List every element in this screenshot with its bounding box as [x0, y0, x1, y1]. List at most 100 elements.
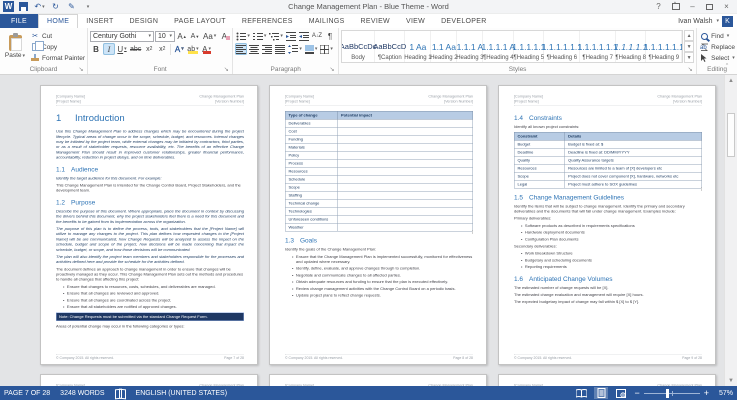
text-effects-button[interactable]: A ▾	[173, 43, 185, 55]
zoom-slider-thumb[interactable]	[666, 388, 670, 398]
align-right-button[interactable]	[261, 43, 273, 55]
account-control[interactable]: Ivan Walsh ▾ K	[678, 14, 737, 28]
tab-mailings[interactable]: MAILINGS	[301, 14, 353, 28]
ribbon-display-options-button[interactable]	[668, 1, 683, 12]
font-size-select[interactable]: 10 ▾	[155, 30, 175, 42]
document-page-1[interactable]: [Company Name] [Project Name] Change Manag…	[40, 85, 258, 365]
scroll-up-arrow[interactable]: ▲	[725, 75, 737, 86]
tab-references[interactable]: REFERENCES	[234, 14, 301, 28]
font-color-button[interactable]: A ▾	[201, 43, 213, 55]
style-body[interactable]: AaBbCcDc Body	[342, 31, 376, 62]
tab-review[interactable]: REVIEW	[353, 14, 398, 28]
styles-more-button[interactable]: ▼	[684, 52, 695, 63]
clear-formatting-button[interactable]: A	[218, 30, 231, 42]
format-painter-button[interactable]: Format Painter	[30, 53, 85, 63]
tab-developer[interactable]: DEVELOPER	[433, 14, 495, 28]
document-page-sliver-1[interactable]: [Company Name][Project Name] Change Manag…	[40, 374, 258, 386]
change-case-button[interactable]: Aa ▾	[202, 30, 217, 42]
underline-button[interactable]: U ▾	[116, 43, 128, 55]
style-heading-6[interactable]: 1.1.1.1.1.1 ¶Heading 6	[542, 31, 582, 62]
undo-button[interactable]: ↶ ▾	[33, 1, 46, 12]
subscript-button[interactable]: x2	[143, 43, 155, 55]
customize-qat-button[interactable]: ▾	[81, 1, 94, 12]
font-dialog-launcher[interactable]: ↘	[222, 65, 230, 73]
language-indicator[interactable]: ENGLISH (UNITED STATES)	[136, 390, 228, 397]
tab-design[interactable]: DESIGN	[122, 14, 167, 28]
shrink-font-button[interactable]: A ▼	[189, 30, 201, 42]
cut-button[interactable]: ✂ Cut	[30, 31, 85, 41]
text-highlight-button[interactable]: ab ▾	[186, 43, 199, 55]
table-resize-handle[interactable]	[472, 230, 473, 234]
decrease-indent-button[interactable]	[285, 30, 297, 42]
font-name-select[interactable]: Century Gothi ▾	[90, 30, 154, 42]
superscript-button[interactable]: x2	[156, 43, 168, 55]
justify-button[interactable]	[274, 43, 286, 55]
repeat-button[interactable]: ↻	[49, 1, 62, 12]
tab-page-layout[interactable]: PAGE LAYOUT	[166, 14, 234, 28]
clipboard-dialog-launcher[interactable]: ↘	[77, 65, 85, 73]
vertical-scrollbar[interactable]: ▲ ▼	[724, 75, 737, 386]
document-page-sliver-3[interactable]: [Company Name][Project Name] Change Manag…	[498, 374, 716, 386]
close-button[interactable]: ×	[719, 1, 734, 12]
numbering-button[interactable]: ▾	[252, 30, 268, 42]
scrollbar-thumb[interactable]	[727, 113, 735, 157]
document-page-2[interactable]: [Company Name] [Project Name] Change Manag…	[269, 85, 487, 365]
paragraph-dialog-launcher[interactable]: ↘	[328, 65, 336, 73]
collapse-ribbon-button[interactable]: ˆ	[721, 62, 733, 72]
tab-view[interactable]: VIEW	[398, 14, 433, 28]
style-heading-8[interactable]: 1.1.1.1.1 ¶Heading 8	[614, 31, 647, 62]
find-button[interactable]: Find ▾	[699, 31, 735, 41]
bullets-button[interactable]: ▾	[235, 30, 251, 42]
word-count[interactable]: 3248 WORDS	[60, 390, 104, 397]
style-heading-3[interactable]: 1.1.1 A Heading 3	[456, 31, 484, 62]
style-heading-4[interactable]: 1.1.1.1 A ¶Heading 4	[481, 31, 515, 62]
styles-scroll-down-button[interactable]: ▼	[684, 41, 695, 52]
zoom-slider[interactable]	[643, 388, 700, 398]
paste-button[interactable]: Paste▾	[2, 30, 28, 63]
show-hide-paragraph-button[interactable]: ¶	[324, 30, 336, 42]
shading-button[interactable]: ▾	[304, 43, 319, 55]
copy-button[interactable]: Copy	[30, 41, 85, 52]
document-area[interactable]: [Company Name] [Project Name] Change Manag…	[0, 75, 737, 386]
multilevel-list-button[interactable]: ▾	[268, 30, 284, 42]
page-indicator[interactable]: PAGE 7 OF 28	[4, 390, 50, 397]
minimize-button[interactable]: –	[685, 1, 700, 12]
proofing-status[interactable]	[115, 389, 126, 397]
style-heading-5[interactable]: 1.1.1.1.1 ¶Heading 5	[512, 31, 545, 62]
grow-font-button[interactable]: A ▲	[176, 30, 188, 42]
document-page-sliver-2[interactable]: [Company Name][Project Name] Change Manag…	[269, 374, 487, 386]
align-left-button[interactable]	[235, 43, 248, 55]
borders-button[interactable]: ▾	[319, 43, 334, 55]
italic-button[interactable]: I	[103, 43, 115, 55]
style-caption[interactable]: AaBbCcD ¶Caption	[373, 31, 406, 62]
save-button[interactable]	[17, 1, 30, 12]
align-center-button[interactable]	[248, 43, 260, 55]
strikethrough-button[interactable]: abc	[129, 43, 142, 55]
scroll-down-arrow[interactable]: ▼	[725, 375, 737, 386]
style-heading-7[interactable]: 1.1.1.1.1.1 ¶Heading 7	[578, 31, 618, 62]
style-heading-9[interactable]: 1.1.1.1.1.1 ¶Heading 9	[644, 31, 683, 62]
web-layout-button[interactable]	[614, 387, 628, 399]
styles-scroll-up-button[interactable]: ▲	[684, 30, 695, 41]
styles-dialog-launcher[interactable]: ↘	[686, 65, 694, 73]
tab-home[interactable]: HOME	[37, 14, 79, 28]
table-resize-handle[interactable]	[701, 187, 702, 191]
tab-insert[interactable]: INSERT	[78, 14, 121, 28]
read-mode-button[interactable]	[574, 387, 588, 399]
replace-button[interactable]: ab Replace	[699, 42, 735, 52]
style-heading-1[interactable]: 1 Aa Heading 1	[404, 31, 432, 62]
help-button[interactable]: ?	[651, 1, 666, 12]
style-heading-2[interactable]: 1.1 Aa Heading 2	[430, 31, 458, 62]
print-layout-button[interactable]	[594, 387, 609, 399]
tab-file[interactable]: FILE	[0, 14, 38, 28]
bold-button[interactable]: B	[90, 43, 102, 55]
draw-table-button[interactable]: ✎	[65, 1, 78, 12]
zoom-level[interactable]: 57%	[715, 390, 733, 397]
line-spacing-button[interactable]: ▾	[287, 43, 303, 55]
restore-button[interactable]	[702, 1, 717, 12]
increase-indent-button[interactable]	[298, 30, 310, 42]
document-page-3[interactable]: [Company Name] [Project Name] Change Manag…	[498, 85, 716, 365]
zoom-out-button[interactable]: −	[634, 388, 639, 398]
zoom-in-button[interactable]: +	[704, 388, 709, 398]
sort-button[interactable]: A ↓ Z	[311, 30, 323, 42]
